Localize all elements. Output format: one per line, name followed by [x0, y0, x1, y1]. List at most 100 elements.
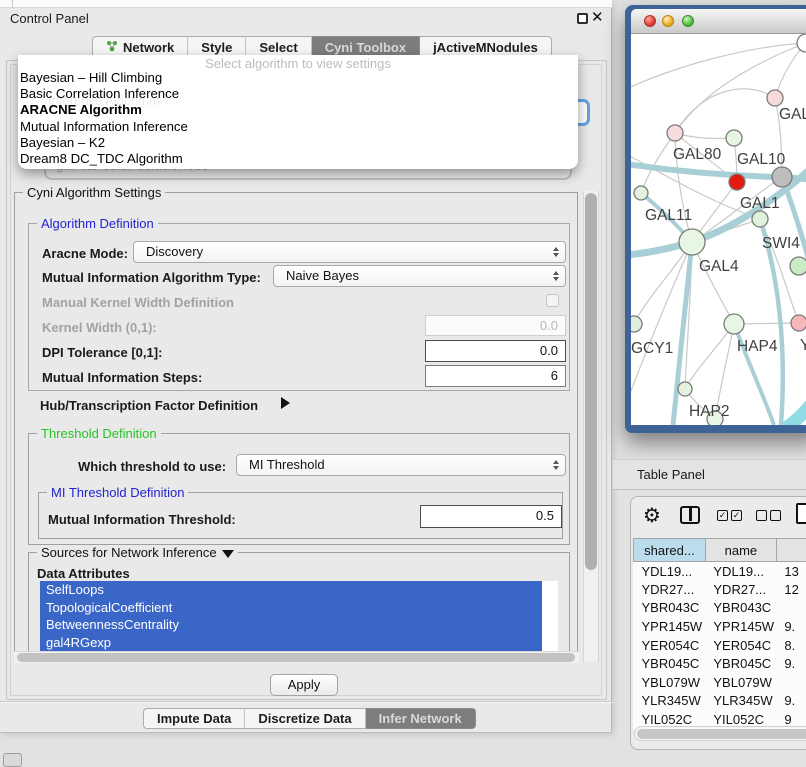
table-panel-title: Table Panel [637, 460, 705, 490]
node-GCY1[interactable] [631, 316, 642, 332]
which-threshold-label: Which threshold to use: [78, 459, 226, 474]
select-none-icon[interactable] [756, 510, 781, 521]
mi-threshold-label: Mutual Information Threshold: [48, 512, 236, 527]
table-horizontal-scrollbar[interactable] [634, 726, 806, 741]
list-item[interactable]: TopologicalCoefficient [40, 599, 542, 617]
close-icon[interactable]: ✕ [591, 8, 604, 26]
close-traffic-light-icon[interactable] [644, 15, 656, 27]
table-row[interactable]: YER054CYER054C8. [634, 636, 806, 655]
node-label: GAL11 [645, 207, 692, 224]
minimize-traffic-light-icon[interactable] [662, 15, 674, 27]
panel-corner-chip[interactable] [3, 753, 22, 767]
table-row[interactable]: YBL079WYBL079W [634, 673, 806, 692]
float-window-icon[interactable] [577, 13, 588, 24]
table-row[interactable]: YBR043CYBR043C [634, 599, 806, 618]
bottom-tabs: Impute Data Discretize Data Infer Networ… [143, 708, 476, 729]
node-label: HAP4 [737, 338, 778, 355]
table-panel-titlebar: Table Panel [613, 459, 806, 490]
panel-top-strip [0, 0, 612, 8]
node-HAP4[interactable] [724, 314, 744, 334]
table-row[interactable]: YDL19...YDL19...13 [634, 562, 806, 581]
updown-arrows-icon [553, 271, 559, 281]
select-all-checked-icon[interactable]: ✓ ✓ [717, 510, 742, 521]
mi-threshold-legend: MI Threshold Definition [47, 485, 188, 500]
desktop: { "control_panel": { "title": "Control P… [0, 0, 806, 762]
node-gray[interactable] [772, 167, 792, 187]
list-item[interactable]: BetweennessCentrality [40, 616, 542, 634]
horizontal-scrollbar-thumb[interactable] [17, 653, 575, 662]
column-header-shared-name[interactable]: shared... [634, 539, 706, 562]
threshold-definition-legend: Threshold Definition [37, 426, 161, 441]
node-label: GAL80 [673, 146, 722, 163]
node-label: Y [800, 337, 806, 354]
node-attribute-table: shared... name YDL19...YDL19...13 YDR27.… [633, 538, 806, 729]
vertical-scrollbar-thumb[interactable] [585, 193, 597, 570]
dropdown-placeholder: Select algorithm to view settings [18, 55, 578, 70]
which-threshold-select[interactable]: MI Threshold [236, 454, 566, 476]
node-GAL10[interactable] [726, 130, 742, 146]
tab-infer-network[interactable]: Infer Network [366, 708, 476, 729]
node-label: GAL4 [699, 258, 739, 275]
split-panel-icon[interactable] [680, 506, 700, 524]
mi-threshold-field[interactable]: 0.5 [420, 505, 562, 528]
algorithm-dropdown-menu: Select algorithm to view settings Bayesi… [18, 55, 578, 169]
mi-steps-label: Mutual Information Steps: [42, 370, 202, 385]
dpi-tolerance-label: DPI Tolerance [0,1]: [42, 345, 162, 360]
cyni-settings-legend: Cyni Algorithm Settings [23, 185, 165, 200]
table-header-row: shared... name [634, 539, 806, 562]
menu-item[interactable]: Bayesian – K2 [18, 135, 578, 151]
node-green-right[interactable] [790, 257, 806, 275]
apply-button[interactable]: Apply [270, 674, 338, 696]
list-item[interactable]: SelfLoops [40, 581, 542, 599]
mi-type-select[interactable]: Naive Bayes [273, 265, 566, 287]
node-SWI4[interactable] [752, 211, 768, 227]
column-header-partial[interactable] [776, 539, 806, 562]
new-table-icon[interactable] [796, 503, 806, 524]
aracne-mode-label: Aracne Mode: [42, 246, 128, 261]
table-row[interactable]: YBR045CYBR045C9. [634, 654, 806, 673]
tab-impute-data[interactable]: Impute Data [143, 708, 245, 729]
table-row[interactable]: YPR145WYPR145W9. [634, 617, 806, 636]
node-pink-right[interactable] [791, 315, 806, 331]
menu-item[interactable]: Dream8 DC_TDC Algorithm [18, 151, 578, 167]
node-label: GAL [779, 106, 806, 123]
node-red-selected[interactable] [729, 174, 745, 190]
divider [0, 701, 612, 703]
node-HAP2[interactable] [678, 382, 692, 396]
network-canvas[interactable]: GAL GAL80 GAL10 GAL1 GAL11 SWI4 GAL4 GCY… [631, 34, 806, 425]
zoom-traffic-light-icon[interactable] [682, 15, 694, 27]
dpi-tolerance-field[interactable]: 0.0 [425, 340, 566, 362]
sources-legend[interactable]: Sources for Network Inference [37, 545, 238, 560]
settings-gear-icon[interactable]: ⚙ [643, 503, 661, 528]
list-item[interactable]: gal4RGexp [40, 634, 542, 652]
column-header-name[interactable]: name [705, 539, 776, 562]
aracne-mode-select[interactable]: Discovery [133, 241, 566, 263]
table-panel-body: ⚙ ✓ ✓ shared... name YDL19...YDL19...13 … [630, 496, 806, 750]
expand-arrow-icon[interactable] [281, 397, 290, 409]
menu-item[interactable]: Bayesian – Hill Climbing [18, 70, 578, 86]
algorithm-definition-legend: Algorithm Definition [37, 216, 158, 231]
table-row[interactable]: YDR27...YDR27...12 [634, 580, 806, 599]
menu-item[interactable]: Mutual Information Inference [18, 119, 578, 135]
table-row[interactable]: YLR345WYLR345W9. [634, 692, 806, 711]
node-GAL80[interactable] [667, 125, 683, 141]
control-panel-title: Control Panel [10, 11, 89, 26]
node-label: GCY1 [631, 340, 673, 357]
node-GAL11[interactable] [634, 186, 648, 200]
manual-kernel-label: Manual Kernel Width Definition [42, 295, 234, 310]
data-attributes-list: SelfLoops TopologicalCoefficient Between… [40, 581, 558, 651]
collapse-arrow-icon [222, 550, 234, 558]
mi-steps-field[interactable]: 6 [425, 365, 566, 387]
tab-discretize-data[interactable]: Discretize Data [245, 708, 365, 729]
node-GAL[interactable] [767, 90, 783, 106]
node-GAL4[interactable] [679, 229, 705, 255]
table-scrollbar-thumb[interactable] [637, 729, 806, 739]
kernel-width-field: 0.0 [425, 315, 566, 336]
node-unlabeled[interactable] [797, 34, 806, 52]
manual-kernel-checkbox[interactable] [546, 294, 559, 307]
node-label: HAP2 [689, 403, 730, 420]
panel-top-notch [12, 0, 13, 8]
network-window-titlebar[interactable] [631, 9, 806, 34]
updown-arrows-icon [553, 460, 559, 470]
hub-definition-label[interactable]: Hub/Transcription Factor Definition [40, 398, 258, 413]
